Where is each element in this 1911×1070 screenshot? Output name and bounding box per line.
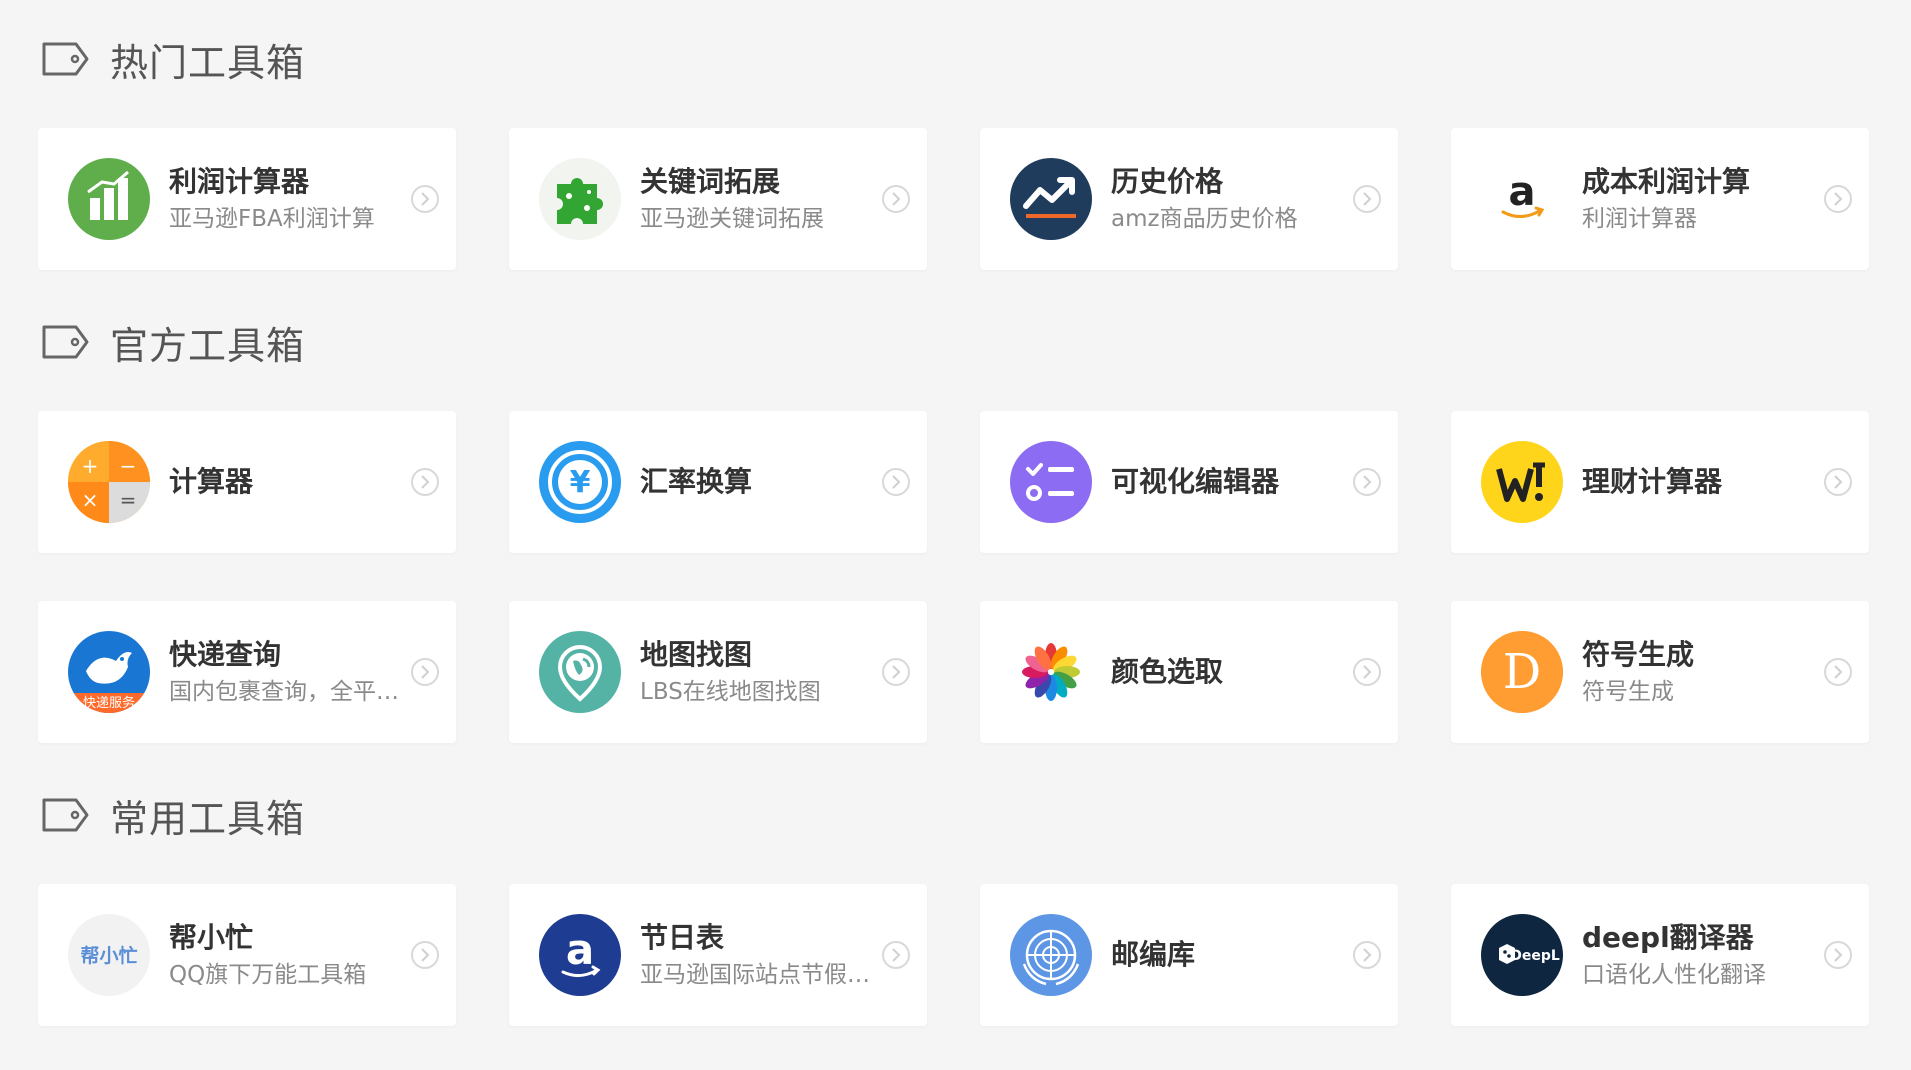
tool-card-calculator[interactable]: + − × = 计算器 [38, 411, 456, 553]
letter-d-glyph: D [1503, 644, 1541, 700]
tool-card-deepl-translator[interactable]: DeepL deepl翻译器 口语化人性化翻译 [1451, 884, 1869, 1026]
card-title: 符号生成 [1582, 638, 1695, 671]
card-desc: 利润计算器 [1582, 206, 1697, 232]
letter-d-icon: D [1481, 631, 1563, 713]
tool-card-map-search[interactable]: 地图找图 LBS在线地图找图 [509, 601, 927, 743]
chevron-right-icon[interactable] [881, 940, 911, 970]
tool-card-express-query[interactable]: 快递服务 快递查询 国内包裹查询，全平… [38, 601, 456, 743]
tool-card-visual-editor[interactable]: 可视化编辑器 [980, 411, 1398, 553]
tool-card-exchange-rate[interactable]: ¥ 汇率换算 [509, 411, 927, 553]
card-title: 利润计算器 [169, 165, 310, 198]
card-title: 可视化编辑器 [1111, 465, 1280, 498]
chevron-right-icon[interactable] [1352, 940, 1382, 970]
finance-icon [1481, 441, 1563, 523]
chevron-right-icon[interactable] [1823, 657, 1853, 687]
yuan-exchange-icon: ¥ [539, 441, 621, 523]
tag-icon [40, 322, 90, 362]
chevron-right-icon[interactable] [410, 657, 440, 687]
card-title: 历史价格 [1111, 165, 1224, 198]
section-title: 常用工具箱 [110, 796, 306, 841]
section-header-hot: 热门工具箱 [40, 29, 305, 89]
tool-card-color-picker[interactable]: 颜色选取 [980, 601, 1398, 743]
card-desc: 符号生成 [1582, 679, 1674, 705]
tool-card-keyword-expand[interactable]: 关键词拓展 亚马逊关键词拓展 [509, 128, 927, 270]
card-title: deepl翻译器 [1582, 921, 1754, 954]
un-globe-icon [1010, 914, 1092, 996]
toolbox-page: 热门工具箱 官方工具箱 常用工具箱 利润计算器 亚马逊FBA利润计算 关键词拓展… [0, 0, 1911, 1070]
card-desc: amz商品历史价格 [1111, 206, 1298, 232]
card-title: 帮小忙 [169, 921, 254, 954]
calculator-icon: + − × = [68, 441, 150, 523]
card-title: 理财计算器 [1582, 465, 1723, 498]
section-header-official: 官方工具箱 [40, 312, 305, 372]
tool-card-holiday-table[interactable]: a 节日表 亚马逊国际站点节假… [509, 884, 927, 1026]
tool-card-price-history[interactable]: 历史价格 amz商品历史价格 [980, 128, 1398, 270]
tool-card-profit-calculator[interactable]: 利润计算器 亚马逊FBA利润计算 [38, 128, 456, 270]
bangxiaomang-logo-icon: 帮小忙 [68, 914, 150, 996]
express-label: 快递服务 [83, 695, 135, 711]
amazon-logo-icon: a [1481, 158, 1563, 240]
chevron-right-icon[interactable] [1352, 184, 1382, 214]
bird-delivery-icon: 快递服务 [68, 631, 150, 713]
section-title: 热门工具箱 [110, 40, 306, 85]
checklist-icon [1010, 441, 1092, 523]
card-desc: 亚马逊关键词拓展 [640, 206, 824, 232]
chevron-right-icon[interactable] [1352, 657, 1382, 687]
calc-minus-glyph: − [120, 454, 137, 478]
calc-times-glyph: × [82, 488, 99, 512]
card-title: 关键词拓展 [640, 165, 781, 198]
trend-line-icon [1010, 158, 1092, 240]
card-title: 计算器 [169, 465, 254, 498]
amazon-a-icon: a [539, 914, 621, 996]
chevron-right-icon[interactable] [1823, 940, 1853, 970]
card-desc: QQ旗下万能工具箱 [169, 962, 367, 988]
tag-icon [40, 39, 90, 79]
chevron-right-icon[interactable] [1823, 467, 1853, 497]
deepl-logo-text: DeepL [1510, 948, 1560, 964]
card-title: 节日表 [640, 921, 725, 954]
chevron-right-icon[interactable] [881, 467, 911, 497]
card-desc: 亚马逊国际站点节假… [640, 962, 870, 988]
card-desc: LBS在线地图找图 [640, 679, 821, 705]
card-title: 颜色选取 [1111, 655, 1224, 688]
card-title: 快递查询 [169, 638, 282, 671]
bar-chart-icon [68, 158, 150, 240]
tool-card-finance-calculator[interactable]: 理财计算器 [1451, 411, 1869, 553]
card-desc: 国内包裹查询，全平… [169, 679, 399, 705]
deepl-logo-icon: DeepL [1481, 914, 1563, 996]
chevron-right-icon[interactable] [410, 467, 440, 497]
chevron-right-icon[interactable] [410, 184, 440, 214]
chevron-right-icon[interactable] [881, 657, 911, 687]
puzzle-icon [539, 158, 621, 240]
card-title: 邮编库 [1111, 938, 1196, 971]
color-wheel-icon [1010, 631, 1092, 713]
tool-card-bangxiaomang[interactable]: 帮小忙 帮小忙 QQ旗下万能工具箱 [38, 884, 456, 1026]
chevron-right-icon[interactable] [410, 940, 440, 970]
tool-card-symbol-generator[interactable]: D 符号生成 符号生成 [1451, 601, 1869, 743]
card-title: 成本利润计算 [1582, 165, 1751, 198]
card-desc: 口语化人性化翻译 [1582, 962, 1766, 988]
calc-eq-glyph: = [120, 488, 137, 512]
letter-a-glyph: a [566, 925, 594, 974]
card-title: 地图找图 [640, 638, 753, 671]
card-title: 汇率换算 [640, 465, 753, 498]
map-pin-icon [539, 631, 621, 713]
yuan-glyph: ¥ [570, 465, 591, 500]
tag-icon [40, 795, 90, 835]
bang-logo-text: 帮小忙 [80, 944, 137, 967]
section-header-common: 常用工具箱 [40, 785, 305, 845]
section-title: 官方工具箱 [110, 323, 306, 368]
calc-plus-glyph: + [82, 454, 99, 478]
tool-card-cost-profit[interactable]: a 成本利润计算 利润计算器 [1451, 128, 1869, 270]
svg-text:a: a [1509, 169, 1536, 215]
chevron-right-icon[interactable] [1352, 467, 1382, 497]
card-desc: 亚马逊FBA利润计算 [169, 206, 375, 232]
tool-card-postcode-library[interactable]: 邮编库 [980, 884, 1398, 1026]
chevron-right-icon[interactable] [1823, 184, 1853, 214]
chevron-right-icon[interactable] [881, 184, 911, 214]
